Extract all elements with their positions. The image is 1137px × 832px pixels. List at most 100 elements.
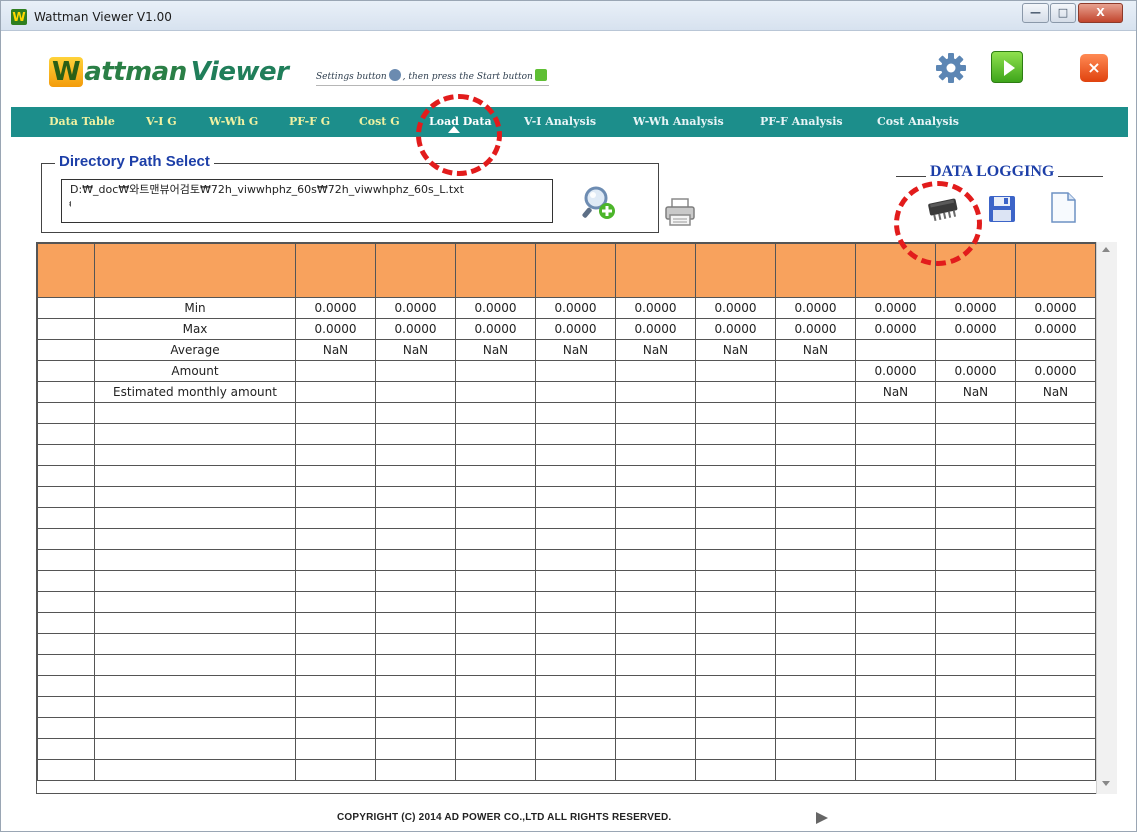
table-row[interactable] <box>37 507 1096 529</box>
tab-w-wh-g[interactable]: W-Wh G <box>209 114 258 130</box>
minimize-button[interactable]: — <box>1022 3 1049 23</box>
table-row[interactable] <box>37 633 1096 655</box>
empty-cell <box>535 675 616 697</box>
table-row[interactable] <box>37 549 1096 571</box>
hint-text-2: , then press the Start button <box>402 72 533 82</box>
empty-cell <box>695 591 776 613</box>
path-input[interactable]: D:₩_doc₩와트맨뷰어검토₩72h_viwwhphz_60s₩72h_viw… <box>61 179 553 223</box>
new-file-icon[interactable] <box>1050 191 1077 224</box>
tab-cost-analysis[interactable]: Cost Analysis <box>877 114 959 130</box>
header-cell <box>94 243 296 298</box>
table-row[interactable] <box>37 717 1096 739</box>
value-cell: 0.0000 <box>1015 360 1096 382</box>
tab-v-i-analysis[interactable]: V-I Analysis <box>524 114 596 130</box>
data-table: Min 0.0000 0.0000 0.0000 0.0000 0.0000 0.0000 0… <box>36 242 1117 794</box>
hint-gear-icon <box>388 69 401 81</box>
empty-cell <box>455 423 536 445</box>
empty-cell <box>455 591 536 613</box>
table-row[interactable]: Estimated monthly amount NaN NaN NaN <box>37 381 1096 403</box>
table-row[interactable] <box>37 759 1096 781</box>
empty-cell <box>37 759 95 781</box>
table-row[interactable] <box>37 423 1096 445</box>
empty-cell <box>295 612 376 634</box>
table-row[interactable] <box>37 465 1096 487</box>
empty-cell <box>1015 717 1096 739</box>
empty-cell <box>1015 549 1096 571</box>
value-cell: 0.0000 <box>855 318 936 340</box>
value-cell: 0.0000 <box>295 318 376 340</box>
value-cell: 0.0000 <box>855 360 936 382</box>
table-row[interactable]: Average NaN NaN NaN NaN NaN NaN NaN <box>37 339 1096 361</box>
header-cell <box>535 243 616 298</box>
settings-gear-icon[interactable] <box>935 52 967 84</box>
table-row[interactable] <box>37 654 1096 676</box>
empty-cell <box>94 570 296 592</box>
maximize-button[interactable]: □ <box>1050 3 1076 23</box>
empty-cell <box>1015 570 1096 592</box>
scroll-down-icon[interactable] <box>1102 781 1110 786</box>
empty-cell <box>775 423 856 445</box>
tab-bar: Data Table V-I G W-Wh G PF-F G Cost G Lo… <box>11 107 1128 137</box>
scroll-up-icon[interactable] <box>1102 247 1110 252</box>
empty-cell <box>775 654 856 676</box>
empty-cell <box>1015 507 1096 529</box>
empty-cell <box>615 444 696 466</box>
tab-pf-f-analysis[interactable]: PF-F Analysis <box>760 114 843 130</box>
table-row[interactable] <box>37 612 1096 634</box>
empty-cell <box>455 465 536 487</box>
table-row[interactable] <box>37 444 1096 466</box>
empty-cell <box>935 486 1016 508</box>
vertical-scrollbar[interactable] <box>1096 242 1117 794</box>
empty-cell <box>295 738 376 760</box>
start-button[interactable] <box>991 51 1023 83</box>
empty-cell <box>775 402 856 424</box>
printer-icon[interactable] <box>664 197 696 227</box>
value-cell <box>695 381 776 403</box>
table-row[interactable] <box>37 486 1096 508</box>
app-close-button[interactable]: × <box>1080 54 1108 82</box>
tab-pf-f-g[interactable]: PF-F G <box>289 114 330 130</box>
empty-cell <box>855 570 936 592</box>
empty-cell <box>455 549 536 571</box>
empty-cell <box>375 528 456 550</box>
table-row[interactable]: Amount 0.0000 0.0000 0.0000 <box>37 360 1096 382</box>
empty-cell <box>855 612 936 634</box>
empty-cell <box>1015 738 1096 760</box>
empty-cell <box>295 759 376 781</box>
table-row[interactable] <box>37 528 1096 550</box>
app-header: Wattman Viewer Settings button , then pres… <box>11 37 1128 107</box>
browse-search-icon[interactable] <box>581 185 617 221</box>
empty-cell <box>695 612 776 634</box>
table-row[interactable] <box>37 675 1096 697</box>
empty-cell <box>855 759 936 781</box>
tab-data-table[interactable]: Data Table <box>49 114 115 130</box>
play-arrow-icon[interactable] <box>816 812 828 824</box>
empty-cell <box>295 675 376 697</box>
save-disk-icon[interactable] <box>987 194 1017 224</box>
tab-cost-g[interactable]: Cost G <box>359 114 400 130</box>
value-cell: NaN <box>375 339 456 361</box>
value-cell <box>1015 339 1096 361</box>
empty-cell <box>375 423 456 445</box>
row-index-cell <box>37 297 95 319</box>
value-cell: 0.0000 <box>1015 318 1096 340</box>
table-row[interactable] <box>37 570 1096 592</box>
empty-cell <box>295 444 376 466</box>
empty-cell <box>615 549 696 571</box>
value-cell <box>615 381 696 403</box>
table-row[interactable] <box>37 696 1096 718</box>
table-row[interactable] <box>37 402 1096 424</box>
table-row[interactable]: Max 0.0000 0.0000 0.0000 0.0000 0.0000 0.0000 0… <box>37 318 1096 340</box>
empty-cell <box>37 570 95 592</box>
table-row[interactable] <box>37 738 1096 760</box>
window-close-button[interactable]: X <box>1078 3 1123 23</box>
table-row[interactable]: Min 0.0000 0.0000 0.0000 0.0000 0.0000 0.0000 0… <box>37 297 1096 319</box>
empty-cell <box>775 759 856 781</box>
tab-w-wh-analysis[interactable]: W-Wh Analysis <box>633 114 724 130</box>
value-cell: 0.0000 <box>695 297 776 319</box>
empty-cell <box>775 486 856 508</box>
logo-attman: attman <box>84 57 187 87</box>
table-row[interactable] <box>37 591 1096 613</box>
copyright-text: COPYRIGHT (C) 2014 AD POWER CO.,LTD ALL … <box>337 812 672 823</box>
tab-v-i-g[interactable]: V-I G <box>146 114 177 130</box>
